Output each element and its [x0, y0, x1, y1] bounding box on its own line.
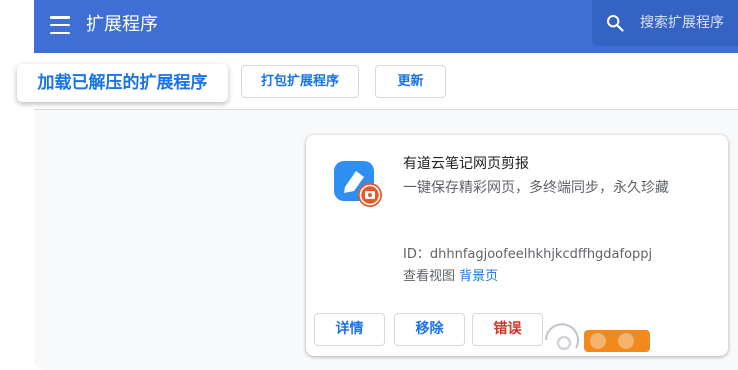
menu-icon[interactable] — [50, 16, 70, 34]
extension-description: 一键保存精彩网页，多终端同步，永久珍藏 — [403, 180, 669, 196]
background-page-link[interactable]: 背景页 — [459, 269, 498, 284]
extensions-window: 扩展程序 搜索扩展程序 打包扩展程序 更新 有道云笔记网页剪报 一键保存精彩网页… — [34, 0, 738, 370]
load-unpacked-button[interactable]: 加载已解压的扩展程序 — [17, 64, 228, 102]
extension-id: ID：dhhnfagjoofeelhkhjkcdffhgdafoppj — [403, 247, 653, 262]
inspect-views: 查看视图 背景页 — [403, 267, 498, 287]
search-input[interactable]: 搜索扩展程序 — [592, 0, 738, 46]
remove-button[interactable]: 移除 — [394, 313, 465, 346]
extension-name: 有道云笔记网页剪报 — [403, 156, 529, 172]
inspect-views-label: 查看视图 — [403, 269, 456, 284]
errors-button[interactable]: 错误 — [472, 313, 543, 346]
pack-extension-button[interactable]: 打包扩展程序 — [241, 65, 359, 98]
search-placeholder: 搜索扩展程序 — [640, 15, 724, 31]
search-icon — [607, 15, 624, 32]
details-button[interactable]: 详情 — [314, 313, 385, 346]
update-button[interactable]: 更新 — [375, 65, 446, 98]
cr173-watermark-logo — [543, 321, 720, 354]
page-title: 扩展程序 — [86, 14, 158, 35]
youdao-note-icon — [334, 161, 382, 207]
header-bar: 扩展程序 搜索扩展程序 — [34, 0, 738, 53]
